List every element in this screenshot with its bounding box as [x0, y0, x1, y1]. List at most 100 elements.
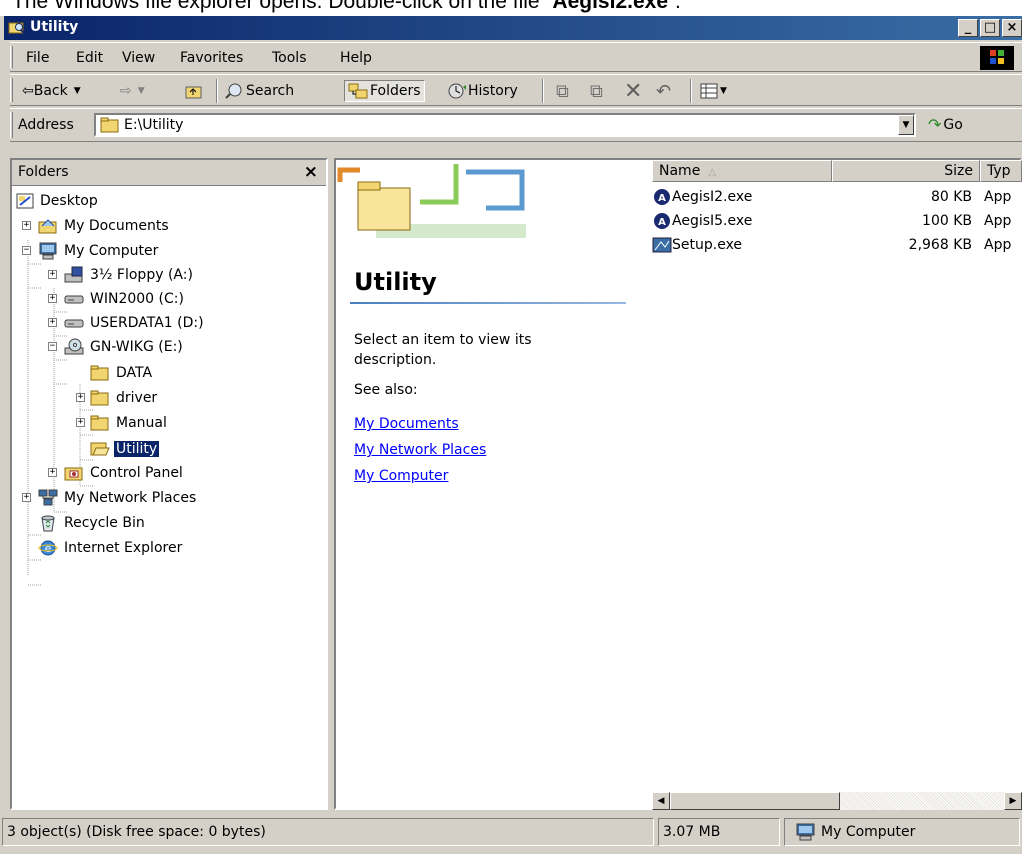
- status-bar: 3 object(s) (Disk free space: 0 bytes) 3…: [0, 814, 1022, 854]
- expand-icon[interactable]: +: [48, 270, 57, 279]
- scroll-right-icon[interactable]: ▶: [1004, 792, 1022, 810]
- hard-drive-icon: [64, 295, 84, 304]
- back-dropdown-icon[interactable]: ▼: [74, 86, 81, 96]
- horizontal-scrollbar[interactable]: ◀ ▶: [652, 792, 1022, 810]
- column-header-type[interactable]: Typ: [980, 160, 1022, 182]
- expand-icon[interactable]: +: [48, 468, 57, 477]
- close-button[interactable]: ×: [1002, 19, 1022, 37]
- tree-item-floppy[interactable]: + 3½ Floppy (A:): [48, 264, 195, 286]
- status-zone: My Computer: [784, 818, 1020, 846]
- title-rule: [350, 302, 626, 304]
- svg-text:A: A: [658, 193, 666, 204]
- tree-item-my-network-places[interactable]: + My Network Places: [22, 487, 198, 509]
- scroll-thumb[interactable]: [670, 792, 840, 810]
- tree-item-control-panel[interactable]: + Control Panel: [48, 462, 185, 484]
- move-to-icon: ⧉: [556, 80, 569, 102]
- tree-item-my-computer[interactable]: − My Computer: [22, 240, 160, 262]
- menu-favorites[interactable]: Favorites: [180, 50, 243, 66]
- up-folder-button[interactable]: [184, 80, 204, 102]
- file-row-aegisi5[interactable]: A AegisI5.exe 100 KB App: [652, 210, 1022, 234]
- svg-text:A: A: [658, 217, 666, 228]
- desktop-icon: [16, 193, 34, 209]
- views-dropdown-icon[interactable]: ▼: [720, 86, 727, 96]
- tree-item-my-documents[interactable]: + My Documents: [22, 215, 171, 237]
- menu-tools[interactable]: Tools: [272, 50, 307, 66]
- tree-item-desktop[interactable]: Desktop: [16, 190, 100, 212]
- back-button[interactable]: ⇦ Back ▼: [22, 80, 81, 102]
- tree-label: My Documents: [64, 218, 169, 234]
- tree-item-userdata1[interactable]: + USERDATA1 (D:): [48, 312, 206, 334]
- expand-icon[interactable]: +: [48, 318, 57, 327]
- column-name-label: Name: [659, 163, 701, 179]
- expand-icon[interactable]: +: [22, 221, 31, 230]
- title-bar[interactable]: Utility _ □ ×: [4, 16, 1022, 40]
- menu-grip[interactable]: [10, 46, 13, 68]
- search-button[interactable]: Search: [224, 80, 294, 102]
- views-button[interactable]: ▼: [700, 80, 727, 102]
- expand-icon[interactable]: +: [76, 418, 85, 427]
- file-type: App: [984, 213, 1012, 229]
- svg-text:e: e: [45, 542, 52, 555]
- network-places-icon: [38, 489, 58, 506]
- tree-item-win2000[interactable]: + WIN2000 (C:): [48, 288, 186, 310]
- tree-label-selected: Utility: [114, 441, 160, 457]
- maximize-button[interactable]: □: [980, 19, 1000, 37]
- move-to-button[interactable]: ⧉: [556, 80, 569, 102]
- tree-item-utility[interactable]: Utility: [90, 438, 160, 460]
- menu-file[interactable]: File: [26, 50, 49, 66]
- internet-explorer-icon: e: [38, 540, 58, 556]
- folder-banner-icon: [337, 164, 526, 238]
- tree-item-gn-wikg[interactable]: − GN-WIKG (E:): [48, 336, 185, 358]
- collapse-icon[interactable]: −: [48, 342, 57, 351]
- tree-label: Desktop: [40, 193, 98, 209]
- go-button[interactable]: ↷ Go: [928, 115, 963, 134]
- expand-icon[interactable]: +: [22, 493, 31, 502]
- minimize-button[interactable]: _: [958, 19, 978, 37]
- caption-end: ”.: [668, 0, 681, 13]
- column-header-size[interactable]: Size: [832, 160, 980, 182]
- content-pane: Utility Select an item to view its descr…: [334, 158, 1022, 810]
- tree-item-driver[interactable]: + driver: [76, 387, 159, 409]
- link-my-network-places[interactable]: My Network Places: [354, 442, 486, 458]
- file-list: Name △ Size Typ A AegisI2.exe 80 KB App AA…: [652, 160, 1022, 810]
- address-input[interactable]: E:\Utility: [94, 113, 916, 137]
- undo-button[interactable]: ↶: [656, 80, 671, 102]
- up-folder-icon: [185, 86, 202, 99]
- menu-view[interactable]: View: [122, 50, 155, 66]
- folder-icon: [90, 415, 109, 431]
- file-name-cell: A AegisI5.exe: [652, 212, 752, 230]
- folder-title: Utility: [354, 268, 437, 296]
- address-dropdown-button[interactable]: ▼: [898, 115, 914, 135]
- file-row-aegisi2[interactable]: A AegisI2.exe 80 KB App: [652, 186, 1022, 210]
- collapse-icon[interactable]: −: [22, 246, 31, 255]
- copy-to-button[interactable]: ⧉: [590, 80, 603, 102]
- search-icon: [225, 83, 242, 99]
- scroll-left-icon[interactable]: ◀: [652, 792, 670, 810]
- tree-item-manual[interactable]: + Manual: [76, 412, 169, 434]
- history-label: History: [468, 83, 518, 99]
- tree-item-recycle-bin[interactable]: Recycle Bin: [38, 512, 147, 534]
- go-arrow-icon: ↷: [928, 115, 942, 134]
- link-my-computer[interactable]: My Computer: [354, 468, 448, 484]
- toolbar-grip[interactable]: [10, 78, 13, 102]
- file-row-setup[interactable]: Setup.exe 2,968 KB App: [652, 234, 1022, 258]
- window-controls: _ □ ×: [956, 19, 1022, 37]
- window-title: Utility: [30, 19, 79, 35]
- column-header-name[interactable]: Name △: [652, 160, 832, 182]
- folders-button[interactable]: Folders: [344, 80, 425, 102]
- sort-ascending-icon: △: [708, 167, 717, 178]
- tree-item-data[interactable]: DATA: [90, 362, 154, 384]
- menu-help[interactable]: Help: [340, 50, 372, 66]
- forward-dropdown-icon[interactable]: ▼: [138, 86, 145, 96]
- forward-button[interactable]: ⇨ ▼: [120, 80, 145, 102]
- folder-icon: [100, 117, 119, 133]
- address-grip[interactable]: [10, 112, 13, 138]
- delete-button[interactable]: ✕: [624, 79, 642, 104]
- history-button[interactable]: History: [446, 80, 518, 102]
- expand-icon[interactable]: +: [48, 294, 57, 303]
- expand-icon[interactable]: +: [76, 393, 85, 402]
- tree-item-internet-explorer[interactable]: e Internet Explorer: [38, 537, 184, 559]
- copy-to-icon: ⧉: [590, 80, 603, 102]
- link-my-documents[interactable]: My Documents: [354, 416, 459, 432]
- menu-edit[interactable]: Edit: [76, 50, 103, 66]
